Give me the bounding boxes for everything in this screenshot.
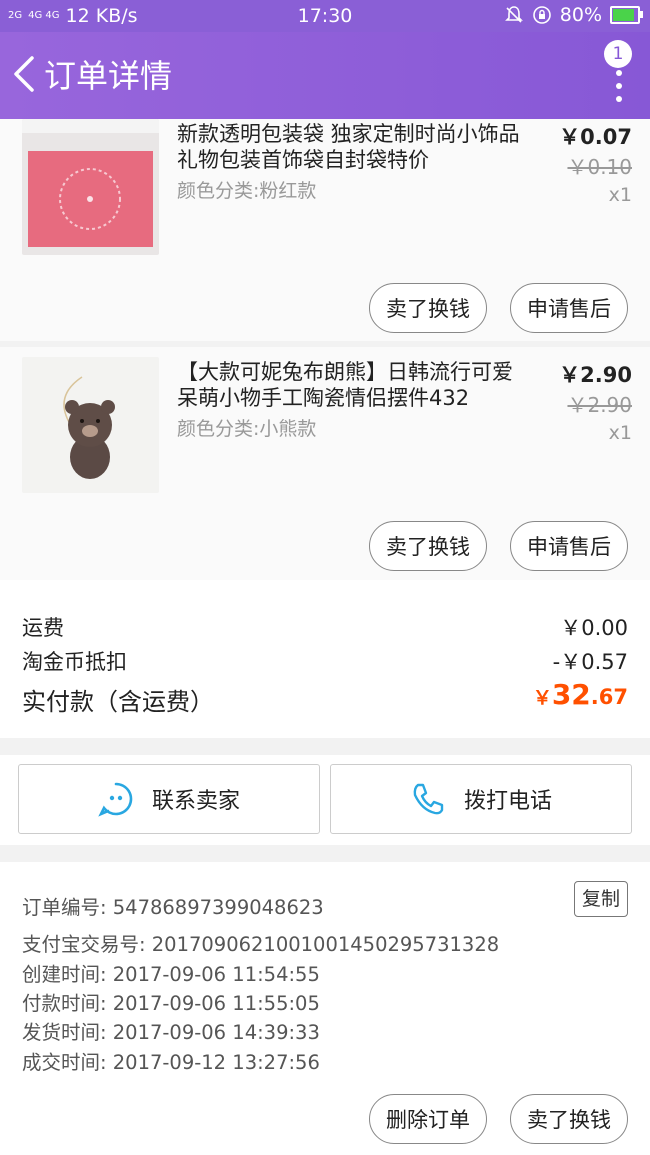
call-phone-label: 拨打电话 [463, 789, 552, 814]
call-phone-button[interactable]: 拨打电话 [330, 764, 632, 834]
sell-button[interactable]: 卖了换钱 [369, 521, 487, 571]
contact-seller-label: 联系卖家 [151, 789, 240, 814]
status-right: 80% [504, 4, 643, 26]
contact-row: 联系卖家 拨打电话 [0, 755, 650, 845]
item-thumbnail[interactable] [22, 357, 159, 493]
order-number: 订单编号: 54786897399048623 [22, 896, 324, 919]
item-original-price: ￥2.90 [567, 393, 632, 417]
item-sku: 颜色分类:粉红款 [177, 180, 317, 202]
more-menu-icon[interactable] [614, 70, 624, 114]
paid-amount: ￥32.67 [533, 678, 628, 711]
phone-icon [413, 783, 444, 815]
chat-bubble-icon [98, 782, 133, 817]
sell-button[interactable]: 卖了换钱 [369, 283, 487, 333]
contact-seller-button[interactable]: 联系卖家 [18, 764, 320, 834]
paid-label: 实付款（含运费） [22, 688, 214, 716]
back-arrow-icon[interactable] [10, 54, 38, 94]
battery-icon [610, 6, 643, 24]
item-quantity: x1 [608, 184, 632, 206]
paid-currency: ￥ [532, 687, 552, 709]
paid-decimal: .67 [590, 685, 628, 709]
item-sku: 颜色分类:小熊款 [177, 418, 317, 440]
created-time: 创建时间: 2017-09-06 11:54:55 [22, 963, 320, 986]
order-item-card[interactable]: 新款透明包装袋 独家定制时尚小饰品礼物包装首饰袋自封袋特价 颜色分类:粉红款 ￥… [0, 119, 650, 341]
shipping-label: 运费 [22, 616, 64, 640]
order-item-card[interactable]: 【大款可妮兔布朗熊】日韩流行可爱呆萌小物手工陶瓷情侣摆件432 颜色分类:小熊款… [0, 347, 650, 580]
notification-badge: 1 [604, 40, 632, 68]
order-info: 订单编号: 54786897399048623 复制 支付宝交易号: 20170… [0, 862, 650, 1155]
price-summary: 运费 ￥0.00 淘金币抵扣 -￥0.57 实付款（含运费） ￥32.67 [0, 580, 650, 738]
item-price: ￥2.90 [559, 363, 632, 387]
sell-button[interactable]: 卖了换钱 [510, 1094, 628, 1144]
mute-bell-icon [504, 6, 523, 23]
shipped-time: 发货时间: 2017-09-06 14:39:33 [22, 1021, 320, 1044]
status-bar: 2G 4G 4G 12 KB/s 17:30 80% [0, 0, 650, 32]
paid-time: 付款时间: 2017-09-06 11:55:05 [22, 992, 320, 1015]
item-title[interactable]: 【大款可妮兔布朗熊】日韩流行可爱呆萌小物手工陶瓷情侣摆件432 [177, 359, 522, 411]
paid-integer: 32 [551, 678, 591, 711]
coin-discount-label: 淘金币抵扣 [22, 650, 127, 674]
page-title: 订单详情 [44, 57, 173, 95]
battery-percent: 80% [559, 4, 602, 26]
copy-button[interactable]: 复制 [574, 881, 628, 917]
completed-time: 成交时间: 2017-09-12 13:27:56 [22, 1051, 320, 1074]
item-original-price: ￥0.10 [567, 155, 632, 179]
shipping-value: ￥0.00 [560, 616, 628, 640]
delete-order-button[interactable]: 删除订单 [369, 1094, 487, 1144]
aftersale-button[interactable]: 申请售后 [510, 283, 628, 333]
item-thumbnail[interactable] [22, 119, 159, 255]
item-price: ￥0.07 [559, 125, 632, 149]
lock-rotation-icon [532, 6, 551, 24]
alipay-trade-number: 支付宝交易号: 2017090621001001450295731328 [22, 933, 500, 956]
nav-bar: 订单详情 1 [0, 32, 650, 119]
item-quantity: x1 [608, 422, 632, 444]
aftersale-button[interactable]: 申请售后 [510, 521, 628, 571]
item-title[interactable]: 新款透明包装袋 独家定制时尚小饰品礼物包装首饰袋自封袋特价 [177, 121, 522, 173]
coin-discount-value: -￥0.57 [552, 650, 628, 674]
